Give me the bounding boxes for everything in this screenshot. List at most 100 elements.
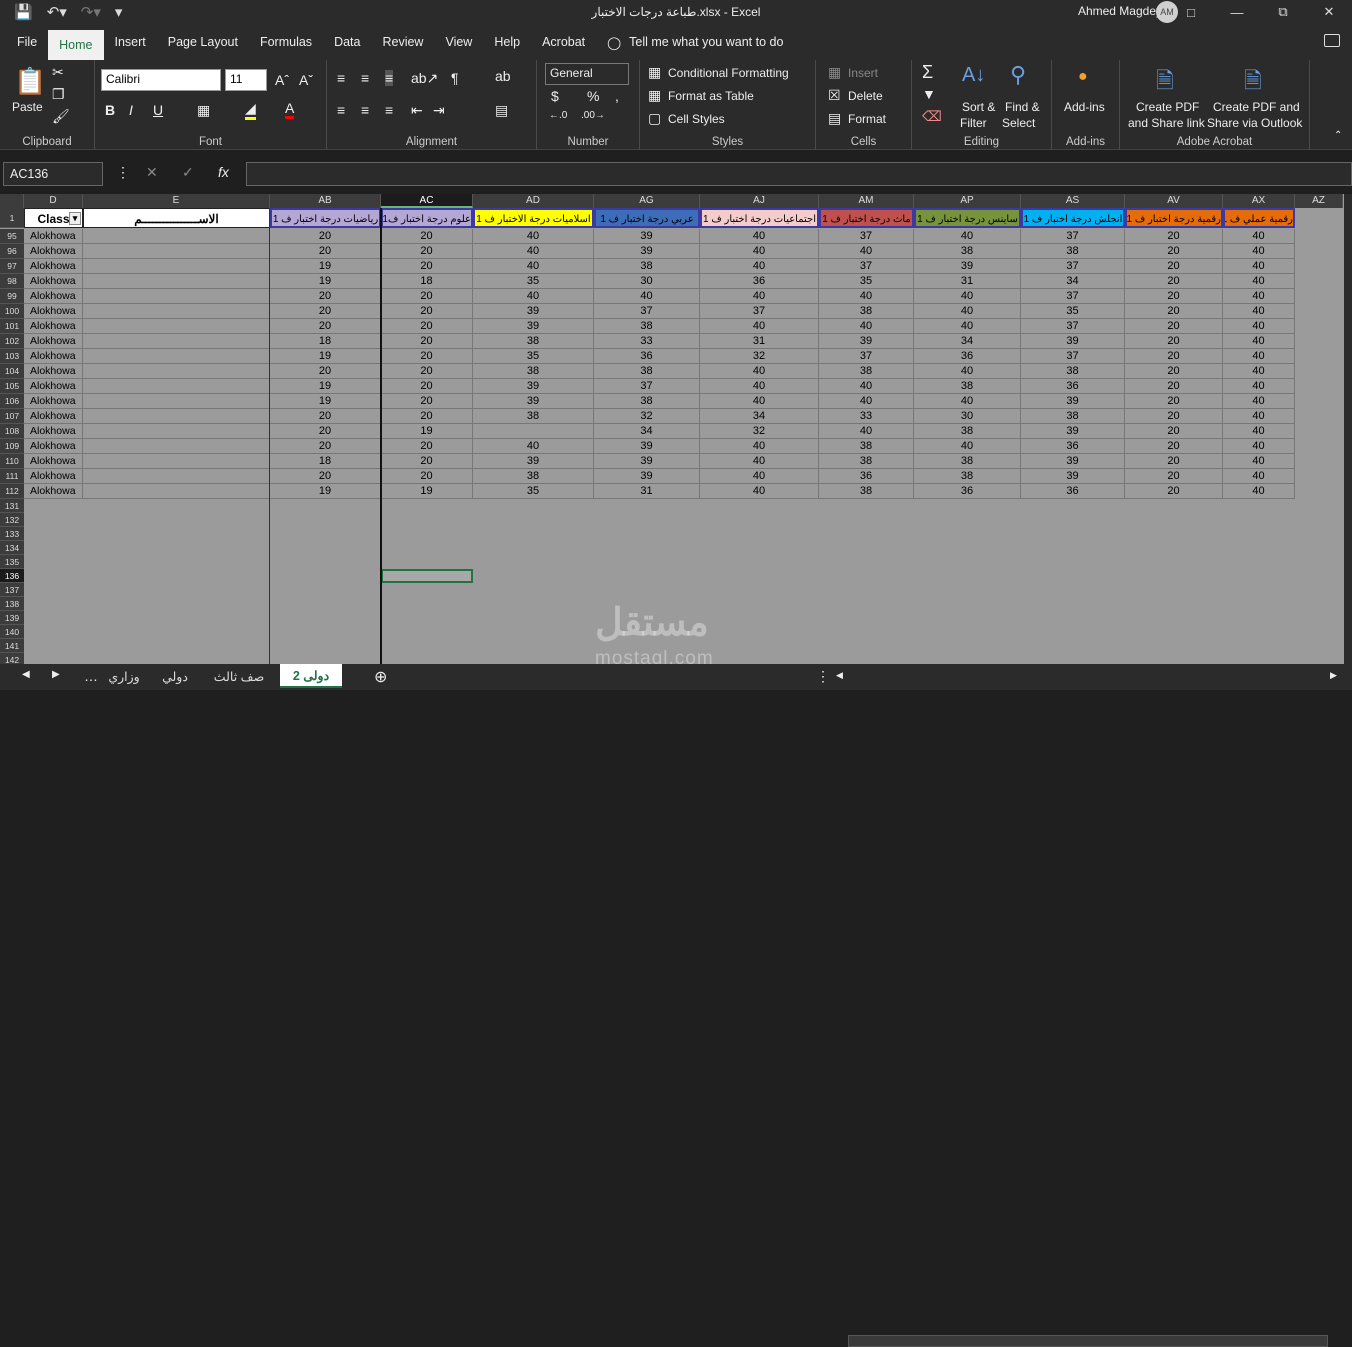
score-cell[interactable]: 37 (594, 304, 700, 319)
score-cell[interactable]: 40 (1223, 304, 1295, 319)
score-cell[interactable]: 39 (1021, 469, 1125, 484)
score-cell[interactable]: 32 (700, 424, 819, 439)
score-cell[interactable]: 40 (819, 319, 914, 334)
row-header[interactable]: 106 (0, 394, 24, 409)
enter-icon[interactable]: ✓ (182, 164, 194, 181)
score-cell[interactable]: 20 (1125, 409, 1223, 424)
find-select-button[interactable]: Find & (1005, 100, 1040, 114)
score-cell[interactable]: 40 (700, 394, 819, 409)
score-cell[interactable]: 38 (914, 379, 1021, 394)
minimize-icon[interactable]: — (1214, 0, 1260, 24)
tab-file[interactable]: File (6, 24, 48, 60)
score-cell[interactable]: 40 (700, 379, 819, 394)
score-cell[interactable]: 35 (1021, 304, 1125, 319)
score-cell[interactable]: 18 (270, 454, 381, 469)
class-cell[interactable]: Alokhowa (24, 484, 83, 499)
class-cell[interactable]: Alokhowa (24, 439, 83, 454)
score-cell[interactable]: 40 (700, 289, 819, 304)
score-cell[interactable]: 40 (473, 229, 594, 244)
format-as-table-button[interactable]: Format as Table (668, 89, 754, 103)
score-cell[interactable]: 20 (270, 364, 381, 379)
vertical-scrollbar[interactable] (1344, 194, 1352, 664)
score-cell[interactable]: 38 (914, 454, 1021, 469)
score-cell[interactable]: 19 (270, 274, 381, 289)
score-cell[interactable]: 38 (473, 409, 594, 424)
score-cell[interactable] (83, 469, 270, 484)
score-cell[interactable] (83, 229, 270, 244)
copy-icon[interactable]: ❐ (52, 86, 65, 103)
score-cell[interactable]: 19 (381, 484, 473, 499)
score-cell[interactable]: 20 (1125, 319, 1223, 334)
row-header[interactable]: 104 (0, 364, 24, 379)
tab-formulas[interactable]: Formulas (249, 24, 323, 60)
score-cell[interactable] (83, 394, 270, 409)
font-size-select[interactable]: 11 (225, 69, 267, 91)
score-cell[interactable]: 40 (1223, 424, 1295, 439)
row-header[interactable]: 98 (0, 274, 24, 289)
score-cell[interactable]: 20 (381, 364, 473, 379)
score-cell[interactable]: 38 (473, 364, 594, 379)
selected-cell[interactable] (381, 569, 473, 583)
score-cell[interactable]: 38 (1021, 364, 1125, 379)
score-cell[interactable]: 36 (700, 274, 819, 289)
score-cell[interactable]: 40 (473, 439, 594, 454)
score-cell[interactable]: 39 (914, 259, 1021, 274)
score-cell[interactable]: 38 (473, 334, 594, 349)
score-cell[interactable]: 32 (700, 349, 819, 364)
ribbon-display-icon[interactable]: □ (1168, 0, 1214, 24)
score-cell[interactable]: 20 (381, 259, 473, 274)
score-cell[interactable] (83, 244, 270, 259)
close-icon[interactable]: ✕ (1306, 0, 1352, 24)
score-cell[interactable]: 20 (381, 394, 473, 409)
score-cell[interactable]: 20 (381, 304, 473, 319)
score-cell[interactable]: 39 (1021, 424, 1125, 439)
score-cell[interactable]: 20 (381, 229, 473, 244)
column-header[interactable]: AS (1021, 194, 1125, 208)
score-cell[interactable]: 20 (1125, 244, 1223, 259)
score-cell[interactable]: 34 (594, 424, 700, 439)
score-cell[interactable]: 40 (1223, 274, 1295, 289)
score-cell[interactable]: 36 (594, 349, 700, 364)
score-cell[interactable]: 40 (700, 319, 819, 334)
score-cell[interactable]: 40 (473, 259, 594, 274)
score-cell[interactable]: 39 (473, 379, 594, 394)
score-cell[interactable]: 39 (1021, 394, 1125, 409)
comments-icon[interactable] (1324, 34, 1340, 47)
score-cell[interactable]: 38 (819, 484, 914, 499)
score-cell[interactable]: 19 (381, 424, 473, 439)
tab-data[interactable]: Data (323, 24, 371, 60)
score-cell[interactable] (83, 349, 270, 364)
row-header[interactable]: 103 (0, 349, 24, 364)
score-cell[interactable]: 20 (270, 289, 381, 304)
score-cell[interactable]: 38 (594, 259, 700, 274)
score-cell[interactable]: 39 (473, 454, 594, 469)
row-header[interactable]: 95 (0, 229, 24, 244)
prev-sheet-icon[interactable]: ◀ (22, 669, 30, 680)
score-cell[interactable]: 40 (1223, 454, 1295, 469)
row-header[interactable]: 97 (0, 259, 24, 274)
score-cell[interactable]: 40 (1223, 484, 1295, 499)
score-cell[interactable]: 40 (700, 439, 819, 454)
score-cell[interactable]: 39 (473, 304, 594, 319)
shrink-font-icon[interactable]: Aˇ (299, 72, 313, 88)
score-cell[interactable]: 20 (381, 469, 473, 484)
tab-view[interactable]: View (434, 24, 483, 60)
score-cell[interactable] (83, 274, 270, 289)
row-header[interactable]: 109 (0, 439, 24, 454)
score-cell[interactable]: 38 (819, 304, 914, 319)
score-cell[interactable] (83, 304, 270, 319)
insert-function-icon[interactable]: fx (218, 164, 229, 180)
score-cell[interactable]: 20 (270, 409, 381, 424)
collapse-ribbon-icon[interactable]: ⌃ (1334, 130, 1342, 141)
score-cell[interactable]: 20 (381, 319, 473, 334)
tab-insert[interactable]: Insert (104, 24, 157, 60)
tab-review[interactable]: Review (371, 24, 434, 60)
score-cell[interactable]: 40 (1223, 229, 1295, 244)
sheet-tab-saf-thalith[interactable]: صف ثالث (202, 664, 276, 688)
score-cell[interactable]: 19 (270, 259, 381, 274)
create-pdf-share-link-button[interactable]: Create PDF (1136, 100, 1199, 114)
class-cell[interactable]: Alokhowa (24, 244, 83, 259)
class-cell[interactable]: Alokhowa (24, 289, 83, 304)
score-cell[interactable] (83, 424, 270, 439)
score-cell[interactable]: 37 (819, 349, 914, 364)
